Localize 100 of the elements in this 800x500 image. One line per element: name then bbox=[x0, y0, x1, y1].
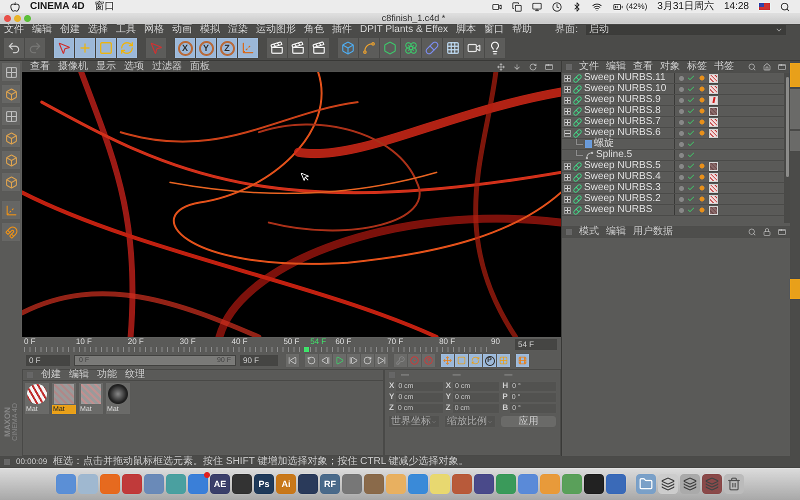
panel-grip-icon[interactable] bbox=[566, 64, 572, 70]
object-menu-item[interactable]: 查看 bbox=[633, 62, 653, 72]
search-icon[interactable] bbox=[780, 2, 790, 12]
lock-icon[interactable] bbox=[763, 228, 771, 236]
flag-icon[interactable] bbox=[759, 3, 770, 10]
object-name[interactable]: 螺旋 bbox=[594, 139, 614, 149]
expand-toggle[interactable] bbox=[564, 184, 571, 192]
skip-forward-button[interactable] bbox=[375, 354, 388, 367]
app-icon[interactable]: Ps bbox=[254, 474, 274, 494]
dock-item[interactable] bbox=[658, 474, 678, 494]
material-tag[interactable] bbox=[709, 194, 718, 204]
axis-button[interactable] bbox=[238, 38, 258, 58]
object-name[interactable]: Sweep NURBS.7 bbox=[584, 117, 661, 127]
cube-button[interactable] bbox=[2, 173, 20, 191]
app-menu[interactable]: CINEMA 4D bbox=[30, 2, 85, 12]
material-tag[interactable] bbox=[709, 206, 718, 214]
menu-item[interactable]: 文件 bbox=[4, 25, 24, 35]
object-name[interactable]: Sweep NURBS.4 bbox=[584, 172, 661, 182]
clapperboard-button[interactable] bbox=[267, 38, 287, 58]
expand-toggle[interactable] bbox=[564, 206, 571, 214]
undo-button[interactable] bbox=[4, 38, 24, 58]
menu-item[interactable]: 编辑 bbox=[32, 25, 52, 35]
camera-icon[interactable] bbox=[492, 2, 502, 12]
app-icon[interactable]: Ai bbox=[276, 474, 296, 494]
key-button[interactable] bbox=[394, 354, 407, 367]
clapperboard-button[interactable] bbox=[288, 38, 308, 58]
zoom-button[interactable] bbox=[24, 15, 31, 22]
capsule-button[interactable] bbox=[422, 38, 442, 58]
end-frame-field[interactable]: 90 F bbox=[240, 355, 278, 366]
loop-button[interactable] bbox=[361, 354, 374, 367]
menu-item[interactable]: 动画 bbox=[172, 25, 192, 35]
object-name[interactable]: Sweep NURBS.5 bbox=[584, 161, 661, 171]
expand-toggle[interactable] bbox=[564, 196, 571, 202]
object-name[interactable]: Sweep NURBS.9 bbox=[584, 95, 661, 105]
object-name[interactable]: Sweep NURBS.11 bbox=[584, 73, 666, 83]
object-name[interactable]: Spline.5 bbox=[596, 150, 632, 160]
pan-icon[interactable] bbox=[497, 62, 505, 70]
window-icon[interactable] bbox=[778, 63, 786, 71]
object-name[interactable]: Sweep NURBS bbox=[584, 205, 652, 215]
menu-item[interactable]: 模拟 bbox=[200, 25, 220, 35]
object-name[interactable]: Sweep NURBS.3 bbox=[584, 183, 661, 193]
window-icon[interactable] bbox=[545, 62, 553, 70]
apply-button[interactable]: 应用 bbox=[501, 416, 556, 427]
scale-mode-dropdown[interactable]: 缩放比例 bbox=[445, 416, 495, 427]
menu-item[interactable]: 窗口 bbox=[94, 2, 115, 12]
window-icon[interactable] bbox=[778, 228, 786, 236]
light-bulb-button[interactable] bbox=[485, 38, 505, 58]
menu-item[interactable]: 运动图形 bbox=[256, 25, 296, 35]
attribute-menu-item[interactable]: 模式 bbox=[579, 227, 599, 237]
dock-item[interactable] bbox=[680, 474, 700, 494]
hexagon-button[interactable] bbox=[380, 38, 400, 58]
expand-toggle[interactable] bbox=[564, 174, 571, 180]
object-name[interactable]: Sweep NURBS.10 bbox=[584, 84, 666, 94]
collapse-toggle[interactable] bbox=[564, 130, 571, 136]
battery-icon[interactable] bbox=[612, 2, 624, 12]
viewport-menu-item[interactable]: 过滤器 bbox=[152, 62, 182, 72]
magnet-button[interactable] bbox=[2, 223, 20, 241]
app-icon[interactable] bbox=[584, 474, 604, 494]
material-tag[interactable] bbox=[709, 172, 718, 182]
camera-button[interactable] bbox=[464, 38, 484, 58]
object-name[interactable]: Sweep NURBS.6 bbox=[584, 128, 661, 138]
flower-button[interactable] bbox=[401, 38, 421, 58]
menu-item[interactable]: 插件 bbox=[332, 25, 352, 35]
material-menu-item[interactable]: 创建 bbox=[41, 370, 61, 380]
axis-lock-button[interactable]: Z bbox=[217, 38, 237, 58]
axis-button[interactable] bbox=[2, 201, 20, 219]
cube-button[interactable] bbox=[2, 85, 20, 103]
skip-back-button[interactable] bbox=[286, 354, 299, 367]
panel-grip-icon[interactable] bbox=[566, 229, 572, 235]
checker-button[interactable] bbox=[2, 107, 20, 125]
app-icon[interactable] bbox=[474, 474, 494, 494]
object-menu-item[interactable]: 对象 bbox=[660, 62, 680, 72]
material-menu-item[interactable]: 功能 bbox=[97, 370, 117, 380]
coordinate-mode-dropdown[interactable]: 世界坐标 bbox=[389, 416, 439, 427]
material-tag[interactable] bbox=[709, 184, 718, 192]
material-tag[interactable] bbox=[709, 74, 718, 82]
wifi-icon[interactable] bbox=[592, 2, 602, 12]
expand-toggle[interactable] bbox=[564, 162, 571, 170]
clock-icon[interactable] bbox=[552, 2, 562, 12]
expand-toggle[interactable] bbox=[564, 118, 571, 126]
orbit-icon[interactable] bbox=[529, 62, 537, 70]
grid-button[interactable] bbox=[443, 38, 463, 58]
loop-button[interactable] bbox=[305, 354, 318, 367]
play-button[interactable] bbox=[333, 354, 346, 367]
viewport-menu-item[interactable]: 摄像机 bbox=[58, 62, 88, 72]
app-icon[interactable]: RF bbox=[320, 474, 340, 494]
material-tag[interactable] bbox=[709, 106, 718, 116]
expand-toggle[interactable] bbox=[564, 86, 571, 92]
object-menu-item[interactable]: 标签 bbox=[687, 62, 707, 72]
expand-toggle[interactable] bbox=[564, 108, 571, 114]
clapperboard-button[interactable] bbox=[309, 38, 329, 58]
material-menu-item[interactable]: 纹理 bbox=[125, 370, 145, 380]
menu-item[interactable]: 窗口 bbox=[484, 25, 504, 35]
axis-lock-button[interactable]: Y bbox=[196, 38, 216, 58]
material-tag[interactable] bbox=[709, 162, 718, 170]
menu-item[interactable]: 网格 bbox=[144, 25, 164, 35]
material-tag[interactable] bbox=[709, 96, 718, 104]
app-icon[interactable] bbox=[298, 474, 318, 494]
material-tag[interactable] bbox=[709, 128, 718, 138]
bluetooth-icon[interactable] bbox=[572, 2, 582, 12]
